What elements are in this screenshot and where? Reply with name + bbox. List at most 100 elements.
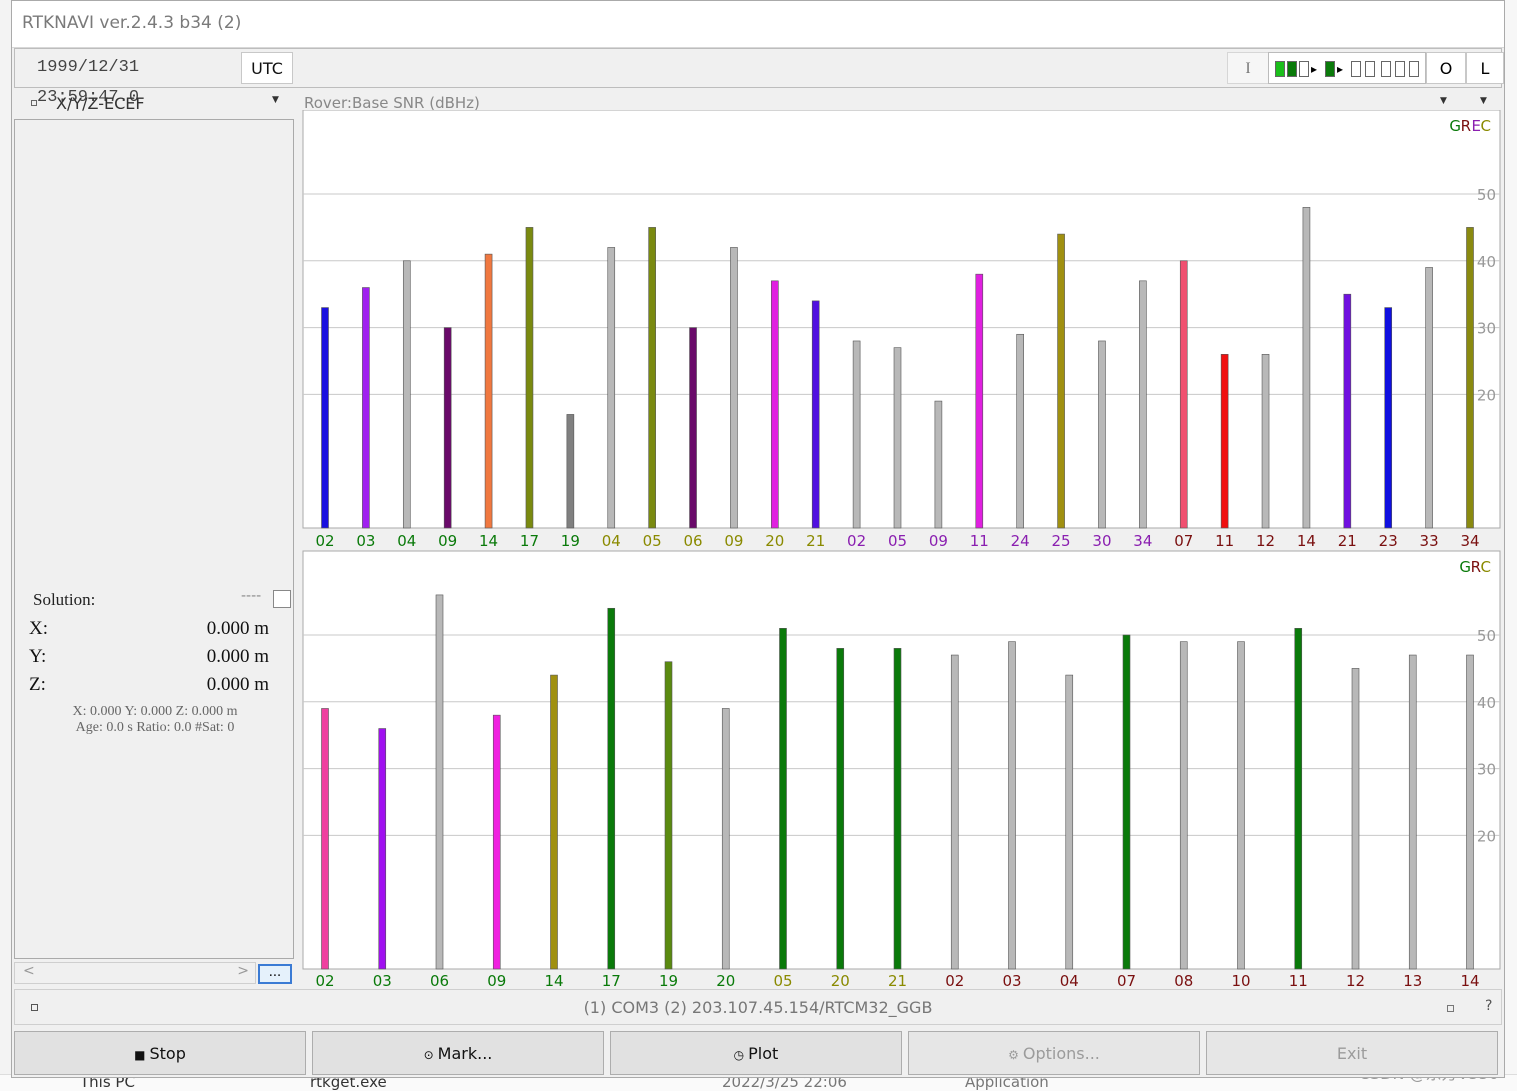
y-tick-label: 50 bbox=[1477, 186, 1496, 204]
snr-bar bbox=[566, 414, 575, 529]
stream-led-3 bbox=[1299, 61, 1309, 77]
plot-button[interactable]: ◷ Plot bbox=[610, 1031, 902, 1075]
snr-bar bbox=[1008, 641, 1016, 970]
snr-bar bbox=[1343, 293, 1352, 529]
solution-status: ---- bbox=[241, 588, 262, 604]
chevron-down-icon[interactable]: ▼ bbox=[272, 95, 279, 105]
snr-bar bbox=[934, 400, 943, 529]
satellite-label: 05 bbox=[773, 972, 792, 990]
rtknavi-window: RTKNAVI ver.2.4.3 b34 (2) 1999/12/31 23:… bbox=[11, 0, 1505, 1078]
help-icon[interactable]: ? bbox=[1485, 998, 1492, 1014]
satellite-label: 07 bbox=[1174, 532, 1193, 550]
satellite-label: 17 bbox=[520, 532, 539, 550]
y-tick-label: 20 bbox=[1477, 827, 1496, 845]
satellite-label: 19 bbox=[659, 972, 678, 990]
plot-icon: ◷ bbox=[733, 1048, 745, 1062]
solution-summary-line2: Age: 0.0 s Ratio: 0.0 #Sat: 0 bbox=[75, 720, 235, 735]
snr-bar bbox=[1408, 654, 1417, 970]
log-stream-button[interactable]: L bbox=[1466, 52, 1504, 84]
panel-icon[interactable] bbox=[1447, 1005, 1454, 1012]
snr-bar bbox=[550, 674, 558, 970]
satellite-label: 14 bbox=[544, 972, 563, 990]
stream-arrow-icon: ▸ bbox=[1311, 62, 1318, 76]
satellite-label: 05 bbox=[643, 532, 662, 550]
solution-mode-select[interactable]: X/Y/Z-ECEF bbox=[56, 94, 145, 113]
exit-button[interactable]: Exit bbox=[1206, 1031, 1498, 1075]
input-stream-button[interactable]: I bbox=[1227, 52, 1269, 84]
snr-bar bbox=[893, 347, 902, 529]
time-system-button[interactable]: UTC bbox=[241, 52, 293, 84]
satellite-label: 09 bbox=[724, 532, 743, 550]
snr-bar bbox=[1139, 280, 1147, 529]
snr-chart-header: Rover:Base SNR (dBHz) ▼ ▼ bbox=[304, 92, 1502, 112]
stream-led-1 bbox=[1275, 61, 1285, 77]
y-tick-label: 50 bbox=[1477, 627, 1496, 645]
satellite-label: 25 bbox=[1052, 532, 1071, 550]
satellite-label: 34 bbox=[1460, 532, 1479, 550]
stream-status-indicator[interactable]: ▸ ▸ bbox=[1268, 52, 1426, 84]
satellite-label: 20 bbox=[765, 532, 784, 550]
satellite-label: 02 bbox=[315, 532, 334, 550]
snr-bar bbox=[689, 327, 697, 529]
legend-entry-C: C bbox=[1481, 558, 1491, 576]
scroll-right-icon[interactable]: > bbox=[237, 963, 249, 979]
stop-button[interactable]: ■ Stop bbox=[14, 1031, 306, 1075]
chevron-down-icon[interactable]: ▼ bbox=[1480, 96, 1487, 106]
legend-entry-R: R bbox=[1471, 558, 1481, 576]
snr-bar bbox=[1466, 227, 1474, 529]
snr-bar bbox=[1302, 207, 1311, 529]
snr-bar bbox=[1122, 634, 1131, 970]
y-tick-label: 30 bbox=[1477, 320, 1496, 338]
y-tick-label: 40 bbox=[1477, 253, 1496, 271]
scroll-left-icon[interactable]: < bbox=[23, 963, 35, 979]
chart-plot-area bbox=[302, 550, 1501, 970]
snr-bar bbox=[1384, 307, 1393, 529]
snr-bar bbox=[730, 247, 738, 529]
gear-icon: ⚙ bbox=[1008, 1048, 1019, 1062]
satellite-label: 19 bbox=[561, 532, 580, 550]
background-right-strip bbox=[1505, 0, 1517, 1090]
options-button[interactable]: ⚙ Options... bbox=[908, 1031, 1200, 1075]
satellite-label: 24 bbox=[1011, 532, 1030, 550]
snr-bar bbox=[811, 300, 820, 529]
time-display: 1999/12/31 23:59:47.0 bbox=[37, 58, 140, 107]
stream-arrow-icon: ▸ bbox=[1337, 62, 1344, 76]
snr-bar bbox=[721, 708, 730, 970]
horizontal-scrollbar[interactable]: < > bbox=[14, 962, 256, 984]
satellite-label: 14 bbox=[479, 532, 498, 550]
y-tick-label: 20 bbox=[1477, 386, 1496, 404]
solution-summary-line1: X: 0.000 Y: 0.000 Z: 0.000 m bbox=[72, 704, 238, 719]
stream-led-7 bbox=[1381, 61, 1391, 77]
snr-bar bbox=[1016, 333, 1024, 529]
solution-panel-header: X/Y/Z-ECEF ▼ bbox=[14, 92, 294, 116]
x-value: 0.000 m bbox=[206, 618, 269, 639]
browse-button[interactable]: ... bbox=[258, 964, 292, 984]
window-title: RTKNAVI ver.2.4.3 b34 (2) bbox=[22, 13, 242, 33]
snr-bar bbox=[1098, 340, 1106, 529]
snr-bar bbox=[852, 340, 861, 529]
plot-button-label: Plot bbox=[748, 1044, 779, 1063]
snr-bar bbox=[321, 708, 329, 970]
snr-bar bbox=[321, 307, 329, 529]
chart-plot-area bbox=[302, 110, 1501, 529]
stream-status-text: (1) COM3 (2) 203.107.45.154/RTCM32_GGB bbox=[583, 998, 933, 1017]
options-button-label: Options... bbox=[1022, 1044, 1100, 1063]
panel-toggle-icon[interactable] bbox=[31, 100, 37, 106]
satellite-label: 11 bbox=[970, 532, 989, 550]
satellite-label: 06 bbox=[683, 532, 702, 550]
exit-button-label: Exit bbox=[1336, 1044, 1368, 1063]
stream-led-8 bbox=[1395, 61, 1405, 77]
satellite-label: 04 bbox=[602, 532, 621, 550]
mark-button[interactable]: ⊙ Mark... bbox=[312, 1031, 604, 1075]
snr-bar bbox=[607, 607, 616, 970]
satellite-label: 02 bbox=[945, 972, 964, 990]
output-stream-button[interactable]: O bbox=[1426, 52, 1466, 84]
y-tick-label: 30 bbox=[1477, 761, 1496, 779]
chevron-down-icon[interactable]: ▼ bbox=[1440, 96, 1447, 106]
status-bar: (1) COM3 (2) 203.107.45.154/RTCM32_GGB ? bbox=[14, 989, 1502, 1025]
satellite-label: 12 bbox=[1256, 532, 1275, 550]
satellite-label: 06 bbox=[430, 972, 449, 990]
satellite-label: 30 bbox=[1092, 532, 1111, 550]
stream-led-6 bbox=[1365, 61, 1375, 77]
z-label: Z: bbox=[29, 674, 46, 695]
